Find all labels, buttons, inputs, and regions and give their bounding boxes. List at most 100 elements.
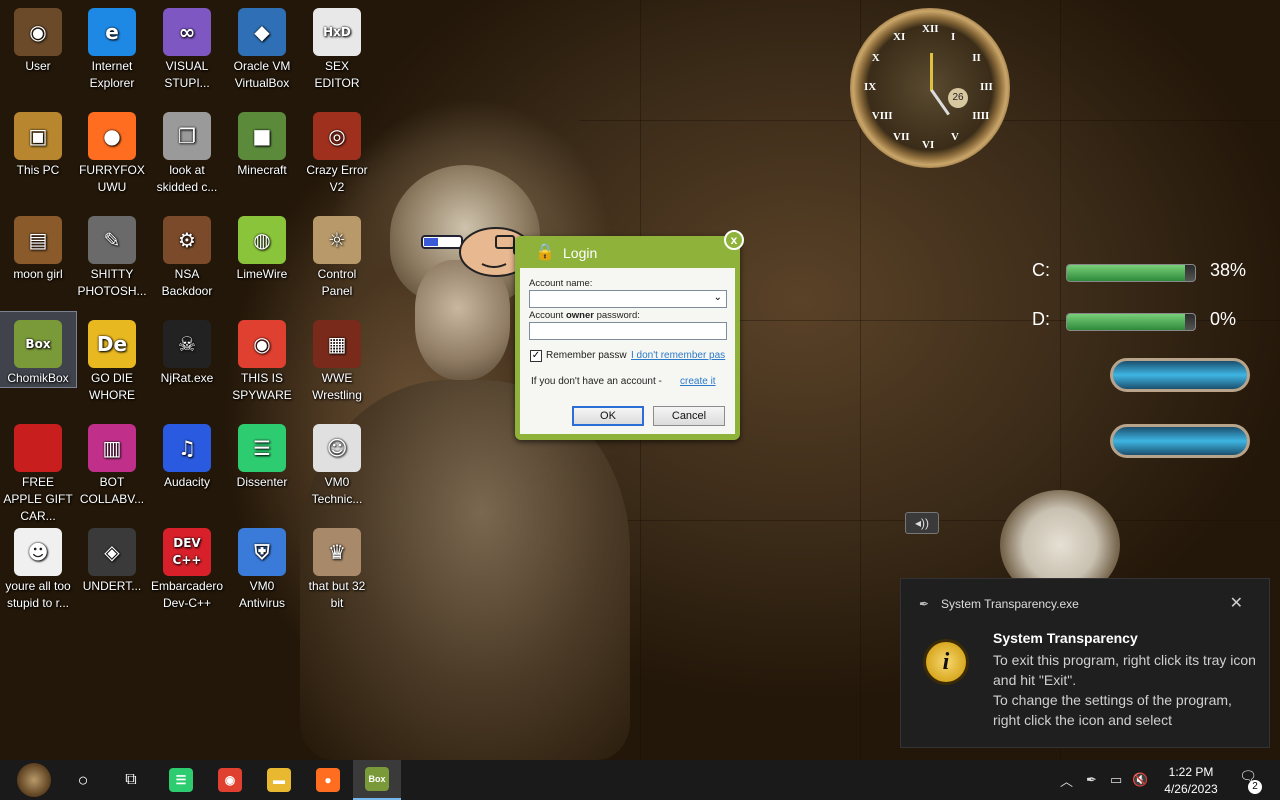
app-icon: ☠ <box>163 320 211 368</box>
desktop-icon-nsa-backdoor[interactable]: ⚙ NSA Backdoor <box>149 208 225 300</box>
app-icon: ◉ <box>238 320 286 368</box>
network-icon[interactable]: ▭ <box>1110 760 1122 800</box>
password-label: Account owner password: <box>529 310 640 321</box>
drive-gauge-c: C: 38% <box>1000 258 1280 288</box>
app-icon: ● <box>88 112 136 160</box>
desktop-icon-label: Oracle VM VirtualBox <box>233 59 291 90</box>
taskbar-dissenter[interactable]: ☰ <box>157 760 205 800</box>
password-field[interactable] <box>529 322 727 340</box>
drive-percent: 38% <box>1210 260 1247 280</box>
desktop-icon-label: Control Panel <box>317 267 357 298</box>
dissenter-icon: ☰ <box>169 768 193 792</box>
search-button[interactable]: ○ <box>59 760 107 800</box>
desktop-icon-label: SHITTY PHOTOSH... <box>77 267 147 298</box>
desktop-icon-njrat-exe[interactable]: ☠ NjRat.exe <box>149 312 225 387</box>
desktop-icon-label: NjRat.exe <box>160 371 214 385</box>
app-icon: HxD <box>313 8 361 56</box>
desktop-icon-label: Internet Explorer <box>89 59 135 90</box>
taskbar-file-explorer[interactable]: ▬ <box>255 760 303 800</box>
action-center-button[interactable]: 🗨 2 <box>1236 768 1262 794</box>
app-icon: ▥ <box>88 424 136 472</box>
clock-numeral: XII <box>922 23 939 35</box>
clock-numeral: VII <box>893 131 910 144</box>
clock-numeral: I <box>951 30 956 43</box>
account-name-combobox[interactable]: ⌄ <box>529 290 727 308</box>
app-icon: ⚙ <box>163 216 211 264</box>
tray-overflow-button[interactable]: ︿ <box>1060 760 1073 800</box>
desktop-icon-undert[interactable]: ◈ UNDERT... <box>74 520 150 595</box>
desktop-icon-label: FREE APPLE GIFT CAR... <box>3 475 73 523</box>
desktop-icon-limewire[interactable]: ◍ LimeWire <box>224 208 300 283</box>
desktop-icon-this-is-spyware[interactable]: ◉ THIS IS SPYWARE <box>224 312 300 404</box>
desktop-icon-chomikbox[interactable]: Box ChomikBox <box>0 311 77 388</box>
desktop-icon-label: NSA Backdoor <box>161 267 213 298</box>
desktop-icon-audacity[interactable]: ♫ Audacity <box>149 416 225 491</box>
remember-checkbox[interactable]: ✓ <box>530 350 542 362</box>
desktop-icon-user[interactable]: ◉ User <box>0 0 76 75</box>
create-account-link[interactable]: create it <box>680 376 716 387</box>
desktop-icon-label: Minecraft <box>237 163 287 177</box>
app-icon: ✎ <box>88 216 136 264</box>
desktop-icon-wwe-wrestling[interactable]: ▦ WWE Wrestling <box>299 312 375 404</box>
desktop-icon-youre-all-too-stupid-to-r[interactable]: ☻ youre all too stupid to r... <box>0 520 76 612</box>
close-notification-button[interactable]: ✕ <box>1230 593 1243 613</box>
desktop-icon-look-at-skidded-c[interactable]: ❐ look at skidded c... <box>149 104 225 196</box>
tray-pen-icon[interactable]: ✒ <box>1086 760 1097 800</box>
desktop-icon-visual-stupi[interactable]: ∞ VISUAL STUPI... <box>149 0 225 92</box>
desktop-icon-vm0-antivirus[interactable]: ⛨ VM0 Antivirus <box>224 520 300 612</box>
desktop-icon-control-panel[interactable]: ☼ Control Panel <box>299 208 375 300</box>
forgot-password-link[interactable]: I don't remember pas <box>631 350 725 361</box>
app-icon: ◆ <box>238 8 286 56</box>
desktop-icon-label: Embarcadero Dev-C++ <box>151 579 224 610</box>
volume-mute-icon[interactable]: 🔇 <box>1132 760 1148 800</box>
cancel-button[interactable]: Cancel <box>653 406 725 426</box>
desktop-icon-bot-collabv[interactable]: ▥ BOT COLLABV... <box>74 416 150 508</box>
app-icon: ▤ <box>14 216 62 264</box>
app-icon: ∞ <box>163 8 211 56</box>
desktop-icon-label: UNDERT... <box>82 579 142 593</box>
desktop-icon-that-but-32-bit[interactable]: ♛ that but 32 bit <box>299 520 375 612</box>
desktop-icon-dissenter[interactable]: ☰ Dissenter <box>224 416 300 491</box>
desktop-icon-moon-girl[interactable]: ▤ moon girl <box>0 208 76 283</box>
login-titlebar[interactable]: 🔒 Login x <box>515 230 744 268</box>
desktop-icon-vm0-technic[interactable]: ☺ VM0 Technic... <box>299 416 375 508</box>
desktop-icon-label: GO DIE WHORE <box>89 371 135 402</box>
ok-button[interactable]: OK <box>572 406 644 426</box>
desktop-icon-minecraft[interactable]: ■ Minecraft <box>224 104 300 179</box>
desktop-icon-embarcadero-dev-c[interactable]: DEV C++ Embarcadero Dev-C++ <box>149 520 225 612</box>
desktop-icon-go-die-whore[interactable]: De GO DIE WHORE <box>74 312 150 404</box>
taskbar-firefox[interactable]: ● <box>304 760 352 800</box>
account-name-label: Account name: <box>529 278 593 289</box>
taskbar-chrome[interactable]: ◉ <box>206 760 254 800</box>
search-icon: ○ <box>77 769 89 790</box>
desktop-icon-free-apple-gift-car[interactable]: FREE APPLE GIFT CAR... <box>0 416 76 525</box>
desktop-icon-label: that but 32 bit <box>308 579 366 610</box>
taskbar-clock[interactable]: 1:22 PM 4/26/2023 <box>1148 764 1234 798</box>
desktop-icon-crazy-error-v2[interactable]: ◎ Crazy Error V2 <box>299 104 375 196</box>
wallpaper-figure-face <box>415 260 510 380</box>
task-view-button[interactable]: ⧉ <box>107 760 155 800</box>
chevron-down-icon[interactable]: ⌄ <box>714 292 722 303</box>
app-icon: ◍ <box>238 216 286 264</box>
notification-toast[interactable]: ✒ System Transparency.exe ✕ i System Tra… <box>900 578 1270 748</box>
no-account-text: If you don't have an account - <box>531 376 662 387</box>
desktop-icon-shitty-photosh[interactable]: ✎ SHITTY PHOTOSH... <box>74 208 150 300</box>
info-icon: i <box>923 639 969 685</box>
app-icon: ❐ <box>163 112 211 160</box>
desktop-icon-sex-editor[interactable]: HxD SEX EDITOR <box>299 0 375 92</box>
chrome-icon: ◉ <box>218 768 242 792</box>
app-icon: ♫ <box>163 424 211 472</box>
desktop-icon-this-pc[interactable]: ▣ This PC <box>0 104 76 179</box>
desktop-icon-internet-explorer[interactable]: e Internet Explorer <box>74 0 150 92</box>
taskbar-chomikbox[interactable]: Box <box>353 760 401 800</box>
app-icon: ☻ <box>14 528 62 576</box>
start-button[interactable] <box>10 760 58 800</box>
desktop-icon-oracle-vm-virtualbox[interactable]: ◆ Oracle VM VirtualBox <box>224 0 300 92</box>
taskbar-date: 4/26/2023 <box>1164 782 1218 796</box>
close-button[interactable]: x <box>724 230 744 250</box>
desktop-icon-label: VISUAL STUPI... <box>164 59 210 90</box>
clock-widget[interactable]: 26 XII I II III IIII V VI VII VIII IX X XI <box>850 8 1010 168</box>
clock-date: 26 <box>948 88 968 108</box>
clock-numeral: VI <box>922 139 935 151</box>
desktop-icon-furryfox-uwu[interactable]: ● FURRYFOX UWU <box>74 104 150 196</box>
